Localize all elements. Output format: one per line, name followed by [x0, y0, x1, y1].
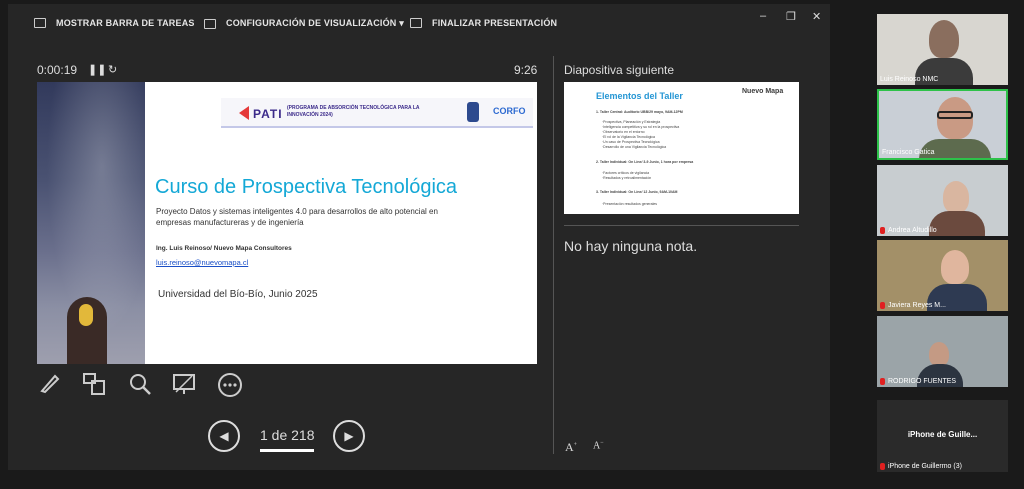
current-slide[interactable]: PATI (PROGRAMA DE ABSORCIÓN TECNOLÓGICA … [37, 82, 537, 364]
next-slide-line: ·El rol de la Vigilancia Tecnológica [602, 135, 655, 139]
next-slide-title: Elementos del Taller [596, 91, 683, 101]
next-slide-thumbnail[interactable]: Elementos del Taller Nuevo Mapa 1. Talle… [564, 82, 799, 214]
taskbar-icon [34, 18, 46, 28]
all-slides-icon[interactable] [81, 372, 107, 398]
display-settings-button[interactable]: CONFIGURACIÓN DE VISUALIZACIÓN ▾ [204, 18, 404, 29]
next-slide-line: 2. Taller Individual: On Line/ 3-9 Junio… [596, 160, 694, 164]
end-slideshow-button[interactable]: FINALIZAR PRESENTACIÓN [410, 18, 557, 28]
end-slideshow-icon [410, 18, 422, 28]
next-slide-label: Diapositiva siguiente [564, 63, 675, 77]
next-slide-line: ·Prospectiva, Planeación y Estrategia [602, 120, 661, 124]
slide-subtitle: Proyecto Datos y sistemas inteligentes 4… [156, 207, 438, 227]
participant-name: Luis Reinoso NMC [880, 76, 939, 83]
program-name: PATI [253, 107, 283, 121]
mic-muted-icon [880, 463, 885, 470]
black-screen-icon[interactable] [171, 372, 197, 398]
participant-tile-active-speaker[interactable]: Francisco Gatica [877, 89, 1008, 160]
participant-name: Javiera Reyes M... [880, 302, 946, 309]
next-slide-line: ·Inteligencia competitiva y su rol en la… [602, 125, 680, 129]
next-slide-button[interactable]: ▶ [333, 420, 365, 452]
next-slide-logo: Nuevo Mapa [742, 88, 784, 95]
presenter-toolbar: MOSTRAR BARRA DE TAREAS CONFIGURACIÓN DE… [8, 4, 830, 42]
glasses-icon [937, 111, 973, 119]
close-button[interactable]: ✕ [812, 10, 821, 23]
next-slide-line: ·Un caso de Prospectiva Tecnológica [602, 140, 660, 144]
slide-email-link[interactable]: luis.reinoso@nuevomapa.cl [156, 258, 248, 267]
participant-tile[interactable]: Andrea Altudillo [877, 165, 1008, 236]
next-slide-line: ·Observatorio en el entorno [602, 130, 645, 134]
panel-divider[interactable] [553, 56, 554, 454]
participant-tile[interactable]: iPhone de Guille... iPhone de Guillermo … [877, 400, 1008, 472]
notes-divider[interactable] [564, 225, 799, 226]
participant-name: RODRIGO FUENTES [880, 378, 956, 385]
current-time: 9:26 [514, 63, 538, 77]
pati-logo-icon [239, 106, 249, 120]
restart-icon[interactable]: ↻ [108, 63, 117, 76]
slide-author: Ing. Luis Reinoso/ Nuevo Mapa Consultore… [156, 245, 292, 252]
next-slide-line: ·Resultados y retroalimentación [602, 176, 652, 180]
next-slide-line: 3. Taller Individual: On Line/ 12 Junio,… [596, 190, 678, 194]
university-seal-icon [467, 102, 479, 122]
minimize-button[interactable]: – [760, 10, 766, 22]
slide-photo [37, 82, 145, 364]
slide-footer: Universidad del Bío-Bío, Junio 2025 [158, 289, 318, 300]
participant-center-label: iPhone de Guille... [907, 430, 978, 439]
more-options-icon[interactable] [217, 372, 243, 398]
restore-button[interactable]: ❐ [786, 10, 796, 23]
increase-font-button[interactable]: A+ [565, 440, 577, 455]
program-banner: PATI (PROGRAMA DE ABSORCIÓN TECNOLÓGICA … [221, 98, 533, 128]
participant-name: Andrea Altudillo [880, 227, 937, 234]
slide-counter-underline [260, 449, 314, 452]
partner-logo: CORFO [493, 106, 526, 116]
speaker-notes[interactable]: No hay ninguna nota. [564, 238, 697, 254]
show-taskbar-button[interactable]: MOSTRAR BARRA DE TAREAS [34, 18, 195, 28]
mic-muted-icon [880, 302, 885, 309]
participant-tile[interactable]: Luis Reinoso NMC [877, 14, 1008, 85]
pause-icon[interactable]: ❚❚ [88, 63, 106, 76]
next-slide-line: ·Desarrollo de una Vigilancia Tecnológic… [602, 145, 667, 149]
chevron-right-icon: ▶ [344, 429, 354, 443]
participant-tile[interactable]: RODRIGO FUENTES [877, 316, 1008, 387]
elapsed-timer: 0:00:19 [37, 63, 78, 77]
next-slide-line: ·Factores críticos de vigilancia [602, 171, 650, 175]
pen-icon[interactable] [37, 372, 63, 398]
program-description: (PROGRAMA DE ABSORCIÓN TECNOLÓGICA PARA … [287, 105, 420, 118]
mic-muted-icon [880, 378, 885, 385]
slide-title: Curso de Prospectiva Tecnológica [155, 176, 458, 198]
next-slide-line: 1. Taller Central: Auditorio UBB/29 mayo… [596, 110, 683, 114]
mic-muted-icon [880, 227, 885, 234]
previous-slide-button[interactable]: ◀ [208, 420, 240, 452]
participant-name: Francisco Gatica [882, 149, 935, 156]
decrease-font-button[interactable]: A− [593, 440, 604, 451]
zoom-icon[interactable] [127, 372, 153, 398]
slide-counter[interactable]: 1 de 218 [260, 427, 315, 443]
participant-name: iPhone de Guillermo (3) [880, 463, 962, 470]
presenter-view: MOSTRAR BARRA DE TAREAS CONFIGURACIÓN DE… [8, 4, 830, 470]
participant-tile[interactable]: Javiera Reyes M... [877, 240, 1008, 311]
next-slide-line: ·Presentación resultados generales [602, 202, 658, 206]
display-settings-icon [204, 18, 216, 29]
chevron-left-icon: ◀ [219, 429, 229, 443]
